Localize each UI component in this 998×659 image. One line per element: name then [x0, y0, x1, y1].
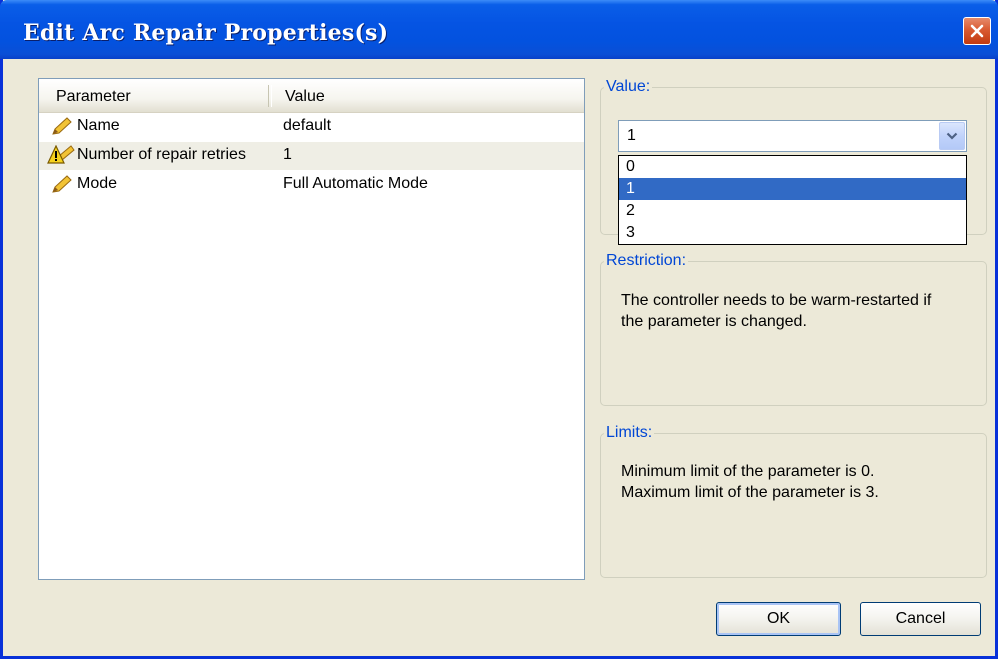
cancel-button[interactable]: Cancel	[860, 602, 981, 636]
row-parameter-name: Mode	[77, 175, 118, 192]
dialog-title: Edit Arc Repair Properties(s)	[23, 20, 389, 46]
value-combobox[interactable]: 1	[618, 120, 967, 152]
list-header: Parameter Value	[39, 79, 584, 113]
restriction-text-line: The controller needs to be warm-restarte…	[621, 292, 932, 309]
restriction-text-line: the parameter is changed.	[621, 313, 807, 330]
list-row-name[interactable]: Name default	[39, 113, 584, 141]
parameter-list[interactable]: Parameter Value Name default Number of r…	[38, 78, 585, 580]
pencil-icon	[52, 117, 72, 135]
limits-text-line: Maximum limit of the parameter is 3.	[621, 484, 879, 501]
restriction-group: Restriction: The controller needs to be …	[600, 252, 987, 406]
combo-selected-value: 1	[627, 127, 636, 144]
list-row-mode[interactable]: Mode Full Automatic Mode	[39, 171, 584, 199]
dropdown-option-2[interactable]: 2	[619, 200, 966, 222]
warning-pencil-icon	[47, 145, 75, 164]
chevron-down-icon	[946, 132, 958, 140]
title-bar[interactable]: Edit Arc Repair Properties(s)	[0, 0, 998, 59]
limits-group: Limits: Minimum limit of the parameter i…	[600, 424, 987, 578]
value-dropdown-list[interactable]: 0 1 2 3	[618, 155, 967, 245]
close-icon	[970, 24, 984, 38]
limits-group-label: Limits:	[604, 424, 655, 442]
dropdown-option-0[interactable]: 0	[619, 156, 966, 178]
row-parameter-name: Name	[77, 117, 120, 134]
row-parameter-value: Full Automatic Mode	[283, 175, 428, 192]
dropdown-option-3[interactable]: 3	[619, 222, 966, 244]
column-header-value[interactable]: Value	[285, 79, 325, 112]
row-parameter-name: Number of repair retries	[77, 146, 246, 163]
dropdown-option-1[interactable]: 1	[619, 178, 966, 200]
ok-button[interactable]: OK	[716, 602, 841, 636]
combo-dropdown-button[interactable]	[939, 122, 965, 150]
close-button[interactable]	[963, 17, 991, 45]
column-separator[interactable]	[268, 85, 272, 107]
edit-arc-repair-dialog: Edit Arc Repair Properties(s) Parameter …	[0, 0, 998, 659]
restriction-group-label: Restriction:	[604, 252, 689, 270]
row-parameter-value: 1	[283, 146, 292, 163]
list-row-repair-retries[interactable]: Number of repair retries 1	[39, 142, 584, 170]
value-group-label: Value:	[604, 78, 653, 96]
pencil-icon	[52, 175, 72, 193]
limits-text-line: Minimum limit of the parameter is 0.	[621, 463, 875, 480]
row-parameter-value: default	[283, 117, 332, 134]
column-header-parameter[interactable]: Parameter	[56, 79, 131, 112]
